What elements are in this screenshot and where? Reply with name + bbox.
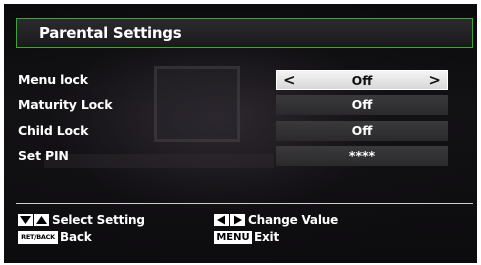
footer-select-setting-label: Select Setting (52, 213, 145, 227)
footer-exit-label: Exit (254, 230, 279, 244)
setting-label-maturity-lock: Maturity Lock (18, 97, 113, 112)
menu-title-bar: Parental Settings (16, 18, 473, 48)
pin-masked-value: **** (348, 148, 376, 163)
footer-exit: MENU Exit (214, 230, 334, 246)
footer-change-value-label: Change Value (248, 213, 339, 227)
setting-row-set-pin[interactable]: Set PIN **** (4, 145, 477, 167)
arrow-right-key-icon (230, 214, 245, 226)
arrow-left-key-icon (214, 214, 229, 226)
setting-value-child-lock[interactable]: Off (276, 121, 448, 141)
footer-back-label: Back (60, 230, 92, 244)
setting-label-set-pin: Set PIN (18, 148, 69, 163)
setting-label-menu-lock: Menu lock (18, 72, 88, 87)
setting-row-maturity-lock[interactable]: Maturity Lock Off (4, 94, 477, 116)
menu-key-icon: MENU (214, 231, 252, 244)
setting-value-set-pin[interactable]: **** (276, 146, 448, 166)
setting-value-text: Off (351, 73, 373, 88)
setting-value-text: Off (351, 97, 373, 112)
setting-label-child-lock: Child Lock (18, 123, 89, 138)
setting-row-child-lock[interactable]: Child Lock Off (4, 120, 477, 142)
footer-back: RET/BACK Back (18, 230, 138, 246)
footer-select-setting: Select Setting (18, 213, 178, 229)
footer-divider (16, 203, 473, 204)
footer-change-value: Change Value (214, 213, 374, 229)
setting-value-menu-lock[interactable]: < Off > (276, 70, 448, 90)
arrow-up-key-icon (34, 214, 49, 226)
setting-value-text: Off (351, 123, 373, 138)
ret-back-key-icon: RET/BACK (18, 231, 58, 244)
setting-value-maturity-lock[interactable]: Off (276, 95, 448, 115)
setting-row-menu-lock[interactable]: Menu lock < Off > (4, 69, 477, 91)
tv-screen: Parental Settings Menu lock < Off > Matu… (4, 4, 477, 263)
chevron-right-icon[interactable]: > (428, 71, 441, 89)
arrow-down-key-icon (18, 214, 33, 226)
menu-title: Parental Settings (39, 24, 182, 42)
